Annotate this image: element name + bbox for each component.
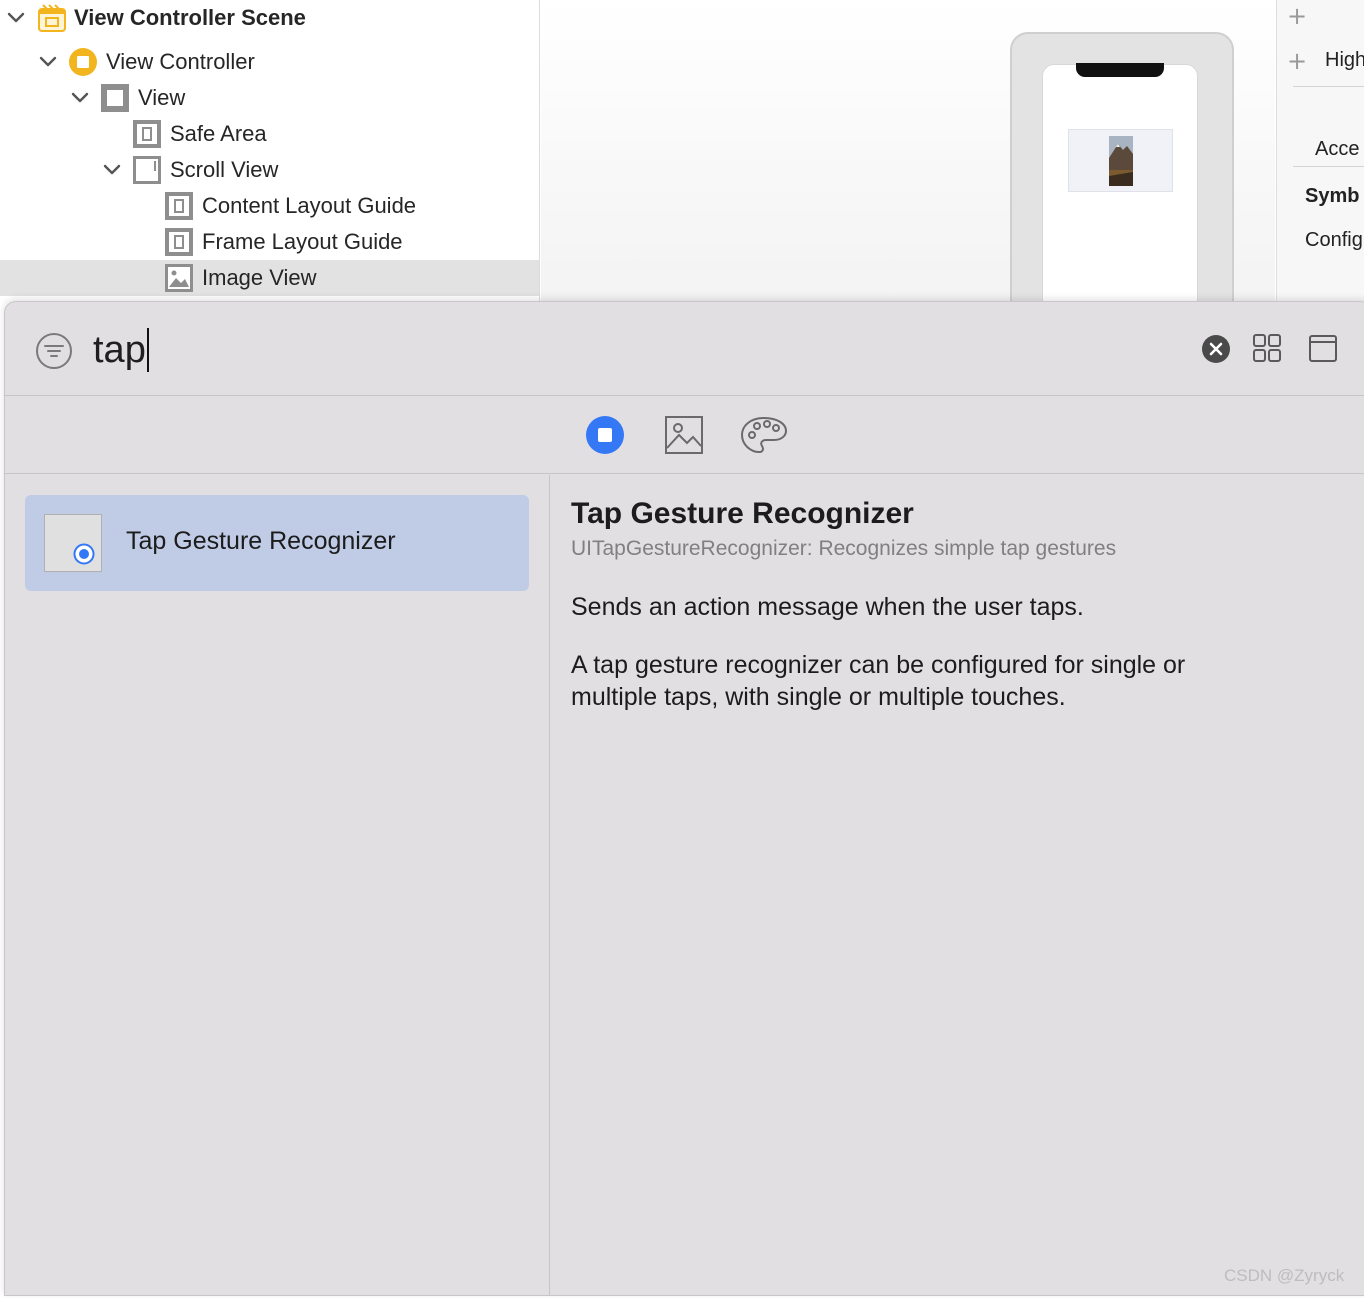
chevron-down-icon[interactable] [6, 8, 26, 28]
objects-icon[interactable] [585, 415, 625, 455]
library-tabs [5, 397, 1364, 474]
chevron-down-icon[interactable] [102, 160, 122, 180]
image-icon[interactable] [664, 415, 704, 455]
tap-point-icon [73, 543, 95, 565]
outline-item-label: Safe Area [170, 121, 267, 146]
detail-summary: Sends an action message when the user ta… [571, 593, 1084, 621]
search-input-text: tap [93, 328, 146, 371]
result-item-label: Tap Gesture Recognizer [126, 527, 396, 555]
outline-item-label: View [138, 85, 186, 110]
outline-item-scroll-view[interactable]: Scroll View [0, 152, 539, 188]
grid-view-icon[interactable] [1252, 333, 1282, 363]
outline-item-label: Frame Layout Guide [202, 229, 403, 254]
image-view-preview[interactable] [1068, 129, 1173, 192]
view-controller-icon [69, 48, 97, 76]
inspector-item-label: Config [1305, 229, 1363, 251]
divider [1293, 86, 1364, 87]
device-screen[interactable] [1042, 63, 1198, 302]
library-results-list: Tap Gesture Recognizer [5, 475, 550, 1295]
attributes-inspector: + + High Acce Symb Config [1276, 0, 1364, 302]
outline-item-view-controller-scene[interactable]: View Controller Scene [0, 0, 539, 36]
palette-icon[interactable] [740, 415, 788, 455]
library-panel: tap Tap Gesture Recognizer Tap Gesture R… [4, 301, 1364, 1296]
outline-item-view-controller[interactable]: View Controller [0, 44, 539, 80]
scene-icon [38, 4, 66, 32]
inspector-item-label: Acce [1315, 138, 1360, 160]
mountain-image-icon [1109, 136, 1133, 186]
filter-icon[interactable] [35, 332, 73, 370]
plus-icon[interactable]: + [1287, 2, 1307, 30]
watermark: CSDN @Zyryck [1224, 1266, 1345, 1285]
detail-view-icon[interactable] [1308, 333, 1338, 363]
library-search-bar: tap [5, 302, 1364, 396]
inspector-item-label: High [1325, 49, 1364, 71]
layout-guide-icon [165, 192, 193, 220]
document-outline: View Controller Scene View Controller Vi… [0, 0, 540, 302]
outline-item-content-layout-guide[interactable]: Content Layout Guide [0, 188, 539, 224]
device-notch [1076, 63, 1164, 77]
outline-item-safe-area[interactable]: Safe Area [0, 116, 539, 152]
outline-item-image-view[interactable]: Image View [0, 260, 539, 296]
text-caret [146, 328, 149, 372]
library-detail-pane: Tap Gesture Recognizer UITapGestureRecog… [551, 475, 1364, 1295]
scroll-view-icon [133, 156, 161, 184]
detail-title: Tap Gesture Recognizer [571, 497, 914, 530]
chevron-down-icon[interactable] [38, 52, 58, 72]
result-item-tap-gesture-recognizer[interactable]: Tap Gesture Recognizer [25, 495, 529, 591]
layout-guide-icon [133, 120, 161, 148]
outline-item-label: Image View [202, 265, 317, 290]
chevron-down-icon[interactable] [70, 88, 90, 108]
tap-gesture-recognizer-icon [44, 514, 102, 572]
inspector-section-title: Symb [1305, 185, 1360, 207]
view-icon [101, 84, 129, 112]
outline-item-label: View Controller Scene [74, 5, 306, 30]
device-frame[interactable] [1010, 32, 1234, 302]
outline-item-label: View Controller [106, 49, 255, 74]
outline-item-frame-layout-guide[interactable]: Frame Layout Guide [0, 224, 539, 260]
clear-search-icon[interactable] [1201, 334, 1231, 364]
plus-icon[interactable]: + [1287, 47, 1307, 75]
outline-item-label: Scroll View [170, 157, 279, 182]
search-input[interactable]: tap [93, 322, 1173, 378]
outline-item-label: Content Layout Guide [202, 193, 417, 218]
divider [1293, 166, 1364, 167]
storyboard-canvas[interactable] [541, 0, 1275, 302]
image-view-icon [165, 264, 193, 292]
detail-subtitle: UITapGestureRecognizer: Recognizes simpl… [571, 537, 1117, 560]
layout-guide-icon [165, 228, 193, 256]
outline-item-view[interactable]: View [0, 80, 539, 116]
detail-description: A tap gesture recognizer can be configur… [571, 651, 1186, 711]
